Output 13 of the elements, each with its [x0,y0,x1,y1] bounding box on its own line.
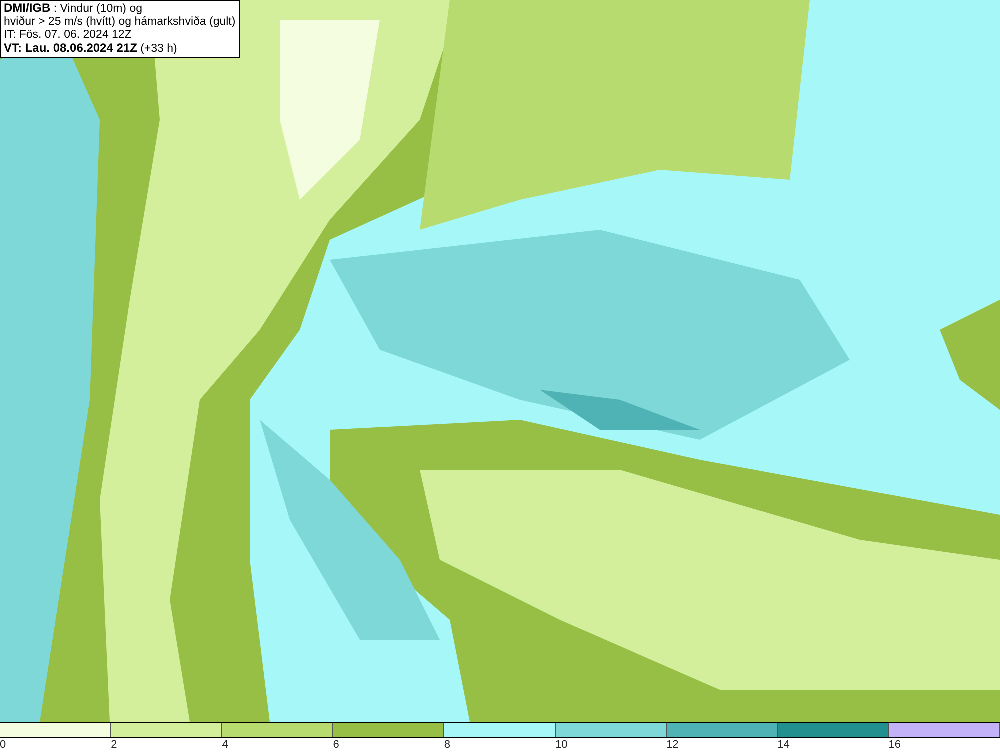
title-line: hviður > 25 m/s (hvítt) og hámarkshviða (gult) [4,16,236,29]
title-line: DMI/IGB : Vindur (10m) og [4,2,144,16]
legend-tick-label: 0 [0,739,6,751]
legend-tick-label: 14 [778,739,790,751]
legend-tick-label: 12 [666,739,679,751]
legend-tick-label: 2 [111,739,118,751]
legend-tick-label: 10 [555,739,568,751]
legend-tick-label: 4 [222,739,228,751]
legend-tick-label: 6 [333,739,340,751]
legend-tick-label: 8 [444,739,450,751]
legend-tick-label: 16 [888,739,901,751]
title-line: IT: Fös. 07. 06. 2024 12Z [4,29,133,42]
title-line: VT: Lau. 08.06.2024 21Z (+33 h) [4,42,178,56]
